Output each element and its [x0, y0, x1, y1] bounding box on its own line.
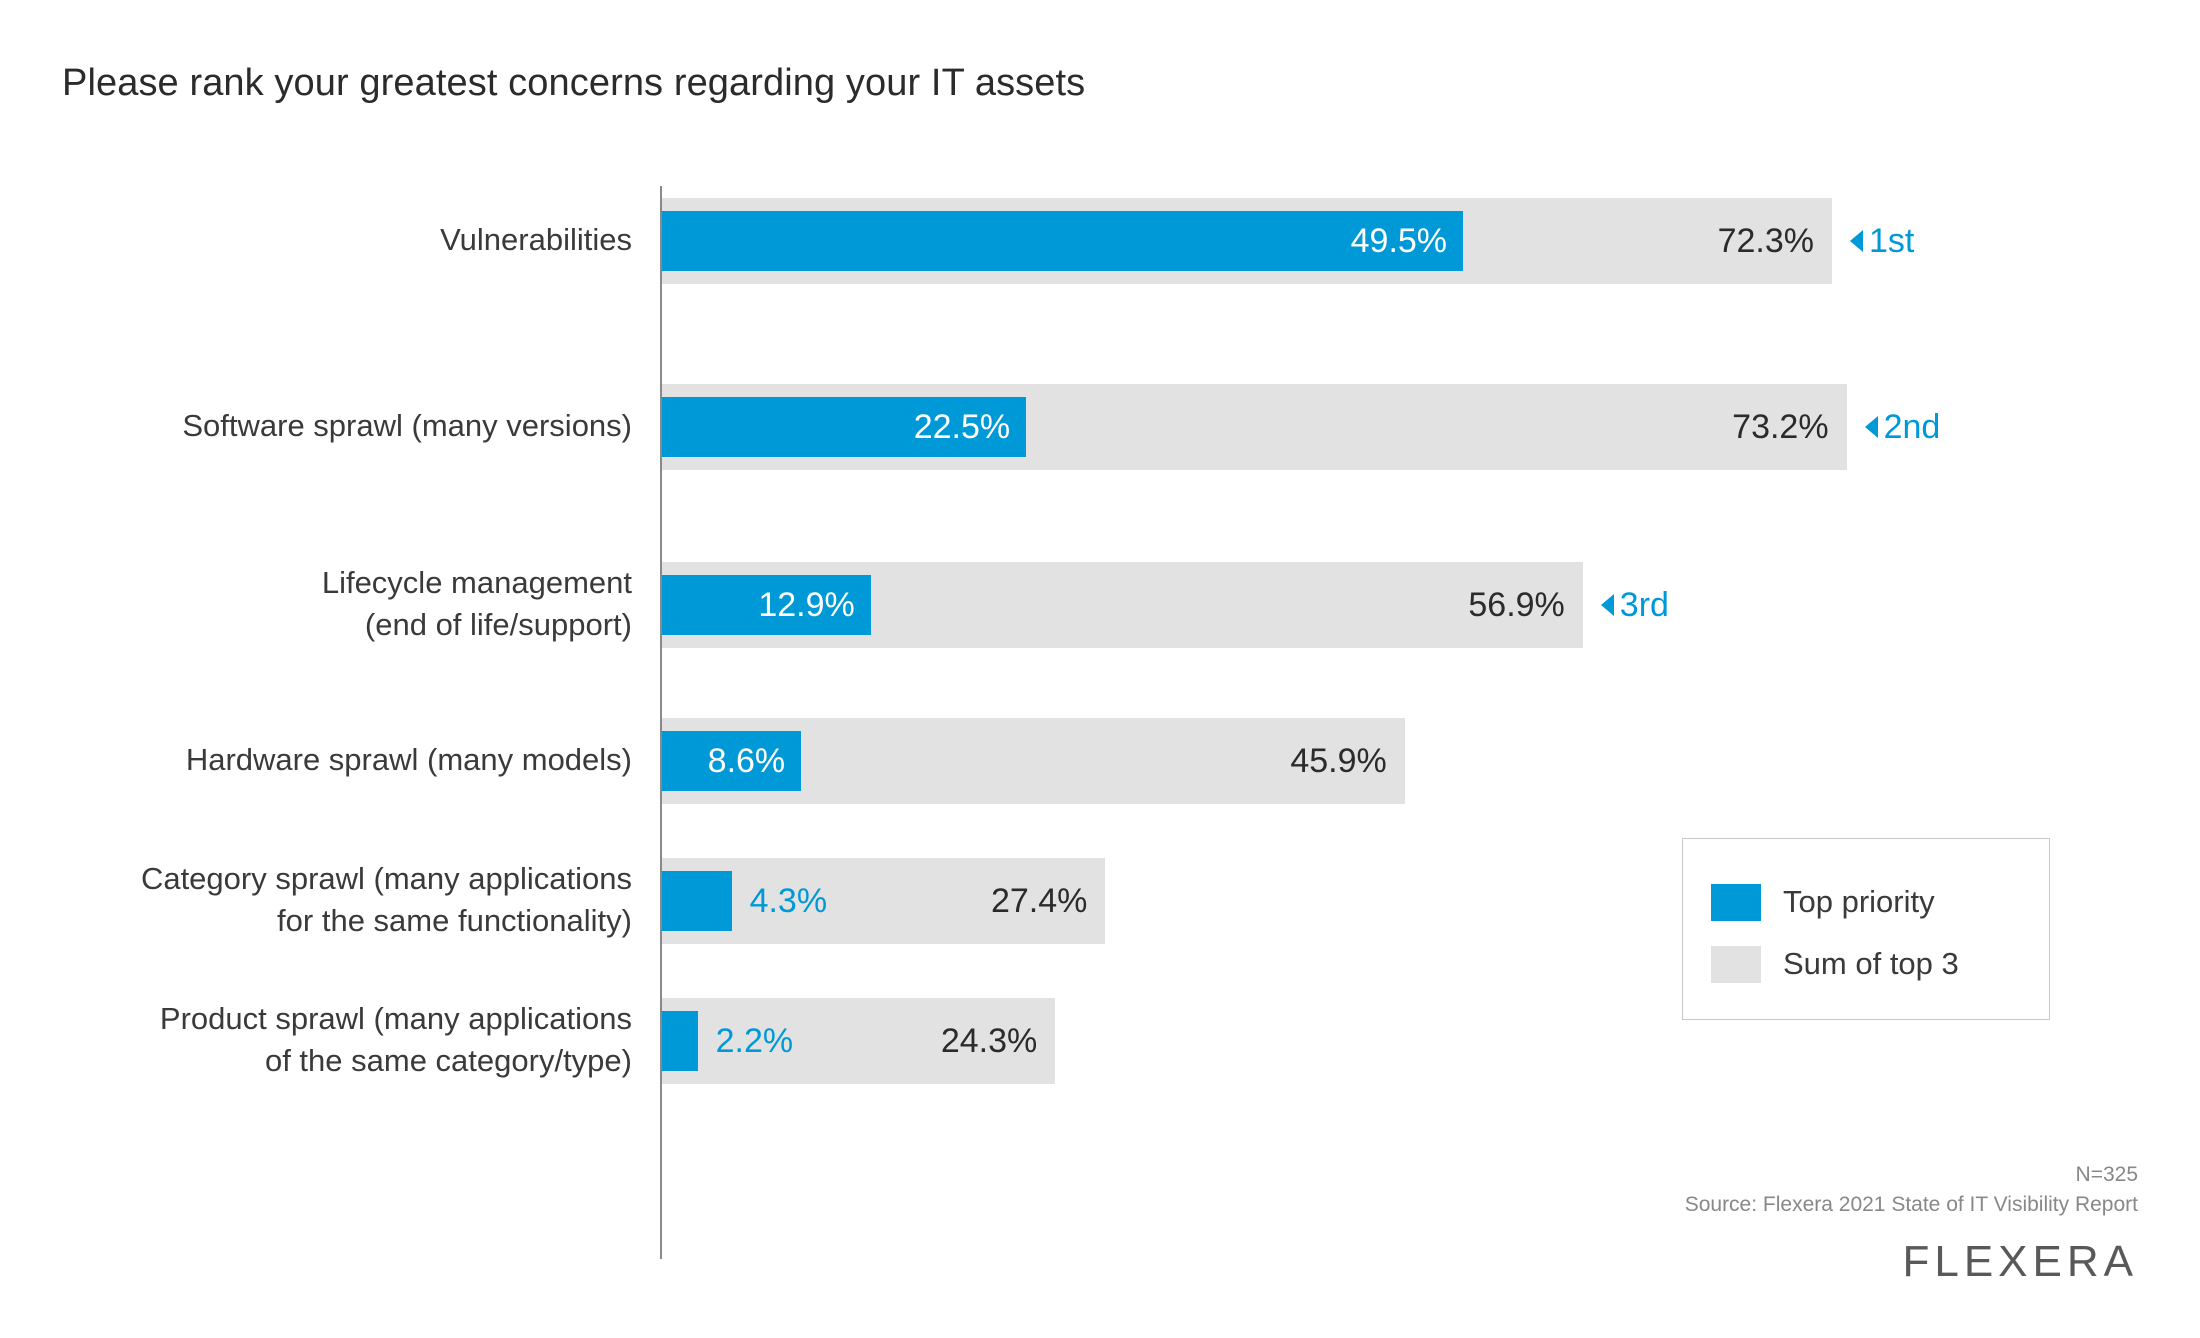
triangle-left-icon: [1864, 416, 1878, 439]
flexera-logo: FLEXERA: [1902, 1237, 2138, 1286]
plot-area: Vulnerabilities 49.5% 72.3% 1st Software spr…: [0, 186, 2200, 1264]
category-label: Category sprawl (many applications for th…: [0, 858, 632, 942]
rank-marker: 3rd: [1600, 562, 1669, 648]
footer: N=325 Source: Flexera 2021 State of IT V…: [1685, 1160, 2138, 1220]
bar-value-sum-of-top-3: 24.3%: [940, 1022, 1038, 1060]
triangle-left-icon: [1600, 594, 1614, 617]
legend-label: Sum of top 3: [1783, 946, 1959, 981]
page-title: Please rank your greatest concerns regar…: [62, 62, 1086, 104]
chart-row: Hardware sprawl (many models) 8.6% 45.9%: [0, 706, 2200, 816]
chart-page: Please rank your greatest concerns regar…: [0, 0, 2200, 1338]
legend-swatch: [1711, 883, 1761, 921]
rank-marker: 2nd: [1864, 384, 1941, 470]
legend-item[interactable]: Top priority: [1711, 881, 1935, 923]
category-label: Hardware sprawl (many models): [0, 739, 632, 781]
chart-row: Lifecycle management (end of life/support…: [0, 550, 2200, 660]
rank-label: 3rd: [1619, 586, 1669, 624]
bar-value-sum-of-top-3: 45.9%: [1290, 742, 1387, 780]
source-note: Source: Flexera 2021 State of IT Visibil…: [1684, 1193, 2138, 1216]
bar-value-sum-of-top-3: 73.2%: [1732, 408, 1829, 446]
category-label: Software sprawl (many versions): [0, 405, 632, 447]
category-label-line2: (end of life/support): [364, 607, 632, 642]
legend: Top priority Sum of top 3: [1682, 838, 2050, 1020]
legend-swatch: [1711, 945, 1761, 983]
category-label-line1: Lifecycle management: [321, 565, 632, 600]
category-label: Product sprawl (many applications of the …: [0, 998, 632, 1082]
category-label: Lifecycle management (end of life/support…: [0, 562, 632, 646]
category-label: Vulnerabilities: [0, 219, 632, 261]
rank-marker: 1st: [1850, 198, 1914, 284]
bar-value-sum-of-top-3: 56.9%: [1468, 586, 1565, 624]
chart-row: Software sprawl (many versions) 22.5% 73.2…: [0, 372, 2200, 482]
chart-row: Vulnerabilities 49.5% 72.3% 1st: [0, 186, 2200, 296]
category-label-line1: Hardware sprawl (many models): [185, 742, 632, 777]
category-label-line1: Product sprawl (many applications: [159, 1001, 632, 1036]
legend-label: Top priority: [1783, 884, 1935, 919]
bar-value-sum-of-top-3: 72.3%: [1717, 222, 1814, 260]
bar-value-sum-of-top-3: 27.4%: [990, 882, 1088, 920]
legend-item[interactable]: Sum of top 3: [1711, 943, 1959, 985]
category-label-line1: Vulnerabilities: [440, 222, 632, 257]
rank-label: 2nd: [1883, 408, 1941, 446]
category-label-line2: for the same functionality): [277, 903, 632, 938]
sample-size: N=325: [2075, 1163, 2138, 1186]
triangle-left-icon: [1850, 230, 1863, 253]
category-label-line1: Software sprawl (many versions): [182, 408, 632, 443]
rank-label: 1st: [1869, 222, 1915, 260]
category-label-line2: of the same category/type): [264, 1043, 632, 1078]
category-label-line1: Category sprawl (many applications: [140, 861, 632, 896]
